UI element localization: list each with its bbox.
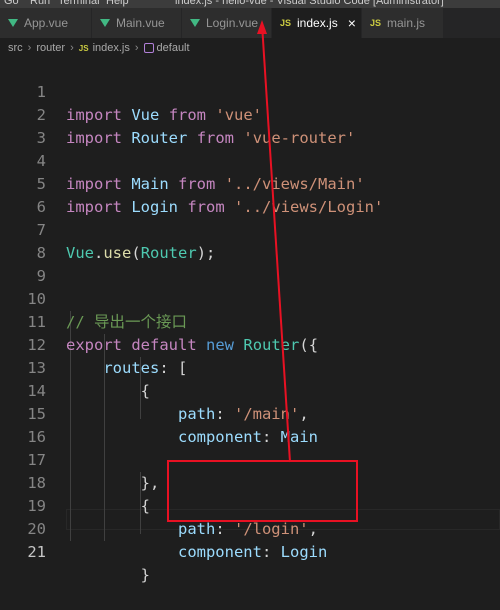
code-line: 10 // 导出一个接口 — [0, 265, 500, 331]
code-line: 9 — [0, 242, 500, 285]
tab-login-vue[interactable]: Login.vue — [182, 8, 272, 38]
code-line: 5 import Login from '../views/Login' — [0, 150, 500, 216]
code-line: 13 { — [0, 334, 500, 400]
chevron-right-icon: › — [134, 42, 139, 54]
code-line: 15 component: Main — [0, 380, 500, 446]
code-line: 17 }, — [0, 426, 500, 492]
code-line: 14 path: '/main', — [0, 357, 500, 423]
code-line: 8 — [0, 219, 500, 262]
annotation-highlight-box — [167, 460, 358, 522]
tab-label: index.js — [297, 16, 338, 30]
code-line: 11 export default new Router({ — [0, 288, 500, 354]
menu-run[interactable]: Run — [30, 0, 50, 8]
menu-go[interactable]: Go — [4, 0, 19, 8]
tab-label: App.vue — [24, 16, 69, 30]
menu-help[interactable]: Help — [106, 0, 129, 8]
symbol-variable-icon — [143, 43, 154, 53]
breadcrumb: src › router › JS index.js › default — [0, 38, 500, 58]
tab-label: Login.vue — [206, 16, 259, 30]
tab-label: main.js — [387, 16, 426, 30]
breadcrumb-src[interactable]: src — [8, 42, 23, 54]
chevron-right-icon: › — [27, 42, 32, 54]
code-line: 1 import Vue from 'vue' — [0, 58, 500, 124]
vue-file-icon — [8, 19, 18, 27]
tab-main-vue[interactable]: Main.vue — [92, 8, 182, 38]
vue-file-icon — [190, 19, 200, 27]
line-number: 21 — [27, 543, 46, 561]
js-file-icon: JS — [280, 18, 292, 28]
js-file-icon: JS — [78, 43, 89, 53]
tab-app-vue[interactable]: App.vue — [0, 8, 92, 38]
breadcrumb-symbol[interactable]: default — [157, 42, 190, 54]
code-line: 4 import Main from '../views/Main' — [0, 127, 500, 193]
title-bar: Go Run Terminal Help index.js - hello-vu… — [0, 0, 500, 8]
js-file-icon: JS — [370, 18, 382, 28]
code-line: 2 import Router from 'vue-router' — [0, 81, 500, 147]
close-icon[interactable]: × — [348, 15, 356, 31]
breadcrumb-file[interactable]: index.js — [93, 42, 130, 54]
breadcrumb-router[interactable]: router — [36, 42, 65, 54]
vue-file-icon — [100, 19, 110, 27]
tab-label: Main.vue — [116, 16, 165, 30]
code-line: 7 Vue.use(Router); — [0, 196, 500, 262]
window-title: index.js - hello-vue - Visual Studio Cod… — [175, 0, 444, 7]
tab-main-js[interactable]: JS main.js — [362, 8, 444, 38]
chevron-right-icon: › — [70, 42, 74, 54]
tab-index-js[interactable]: JS index.js × — [272, 8, 362, 38]
tab-bar: App.vue Main.vue Login.vue JS index.js ×… — [0, 8, 500, 38]
menu-terminal[interactable]: Terminal — [58, 0, 100, 8]
code-line: 12 routes: [ — [0, 311, 500, 377]
code-line: 16 — [0, 403, 500, 446]
code-line: 6 — [0, 173, 500, 216]
code-line: 3 — [0, 104, 500, 147]
